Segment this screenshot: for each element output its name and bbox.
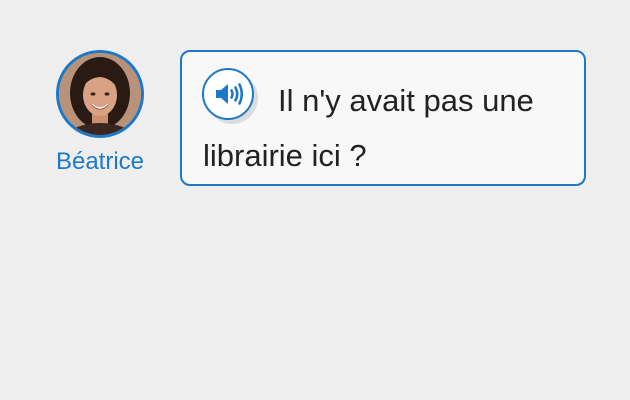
avatar-photo (59, 53, 141, 135)
message-text: Il n'y avait pas une librairie ici ? (203, 83, 534, 173)
dialogue-screen: Béatrice Il n'y avait pas une librairie … (0, 0, 630, 400)
speaker-name: Béatrice (55, 148, 145, 175)
avatar (56, 50, 144, 138)
speech-bubble: Il n'y avait pas une librairie ici ? (180, 50, 586, 186)
speaker: Béatrice (48, 50, 152, 177)
message-text-wrapper: Il n'y avait pas une librairie ici ? (203, 73, 573, 183)
